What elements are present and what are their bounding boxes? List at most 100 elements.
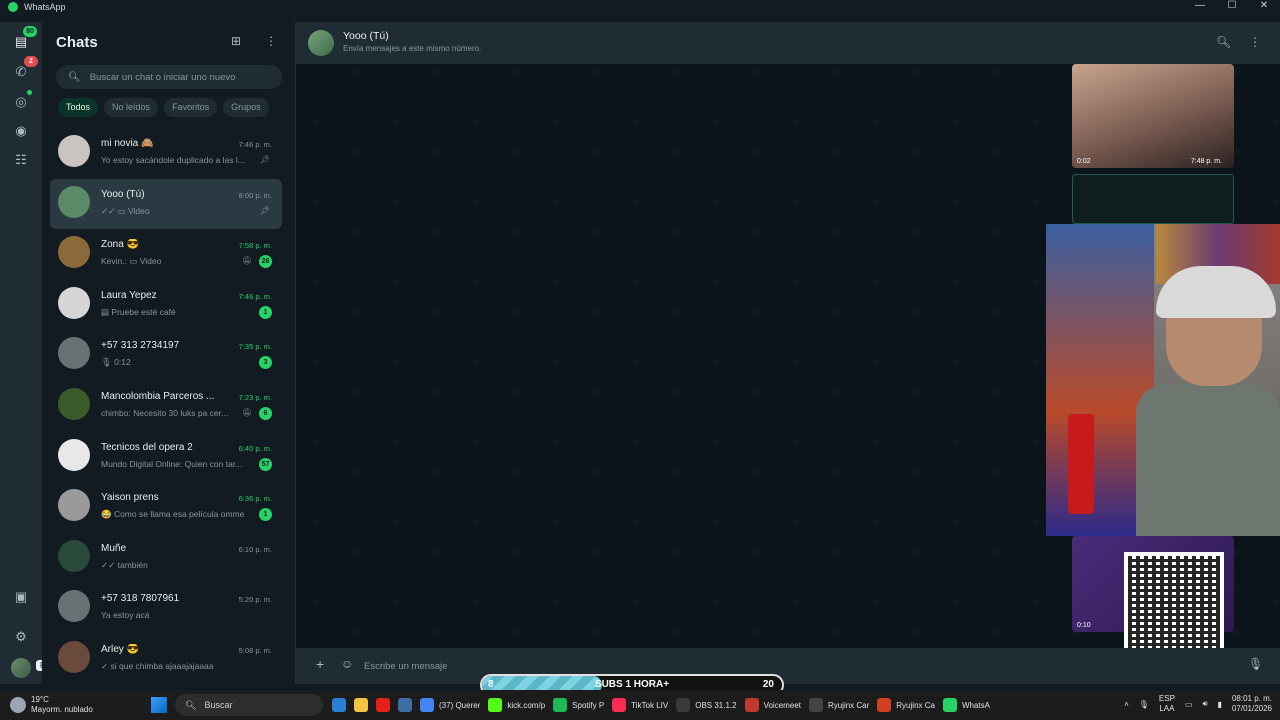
chat-avatar xyxy=(58,337,90,370)
app-icon xyxy=(488,698,503,712)
conversation-menu-icon[interactable]: ⋮ xyxy=(1249,35,1261,49)
app-icon xyxy=(808,698,823,712)
attach-plus-icon[interactable]: + xyxy=(316,656,324,672)
chat-name: mi novia 🙈 xyxy=(101,138,154,149)
chat-name: Mancolombia Parceros ... xyxy=(101,390,215,402)
chat-list-item[interactable]: mi novia 🙈 7:46 p. m. Yo estoy sacándole… xyxy=(50,128,282,179)
chat-list-item[interactable]: Arley 😎 5:08 p. m. ✓ si que chimba ajaaa… xyxy=(50,634,282,685)
taskbar-app[interactable]: (37) Querer xyxy=(416,694,484,716)
close-button[interactable]: ✕ xyxy=(1248,0,1280,11)
battery-icon[interactable]: ▮ xyxy=(1218,700,1222,709)
chat-list-item[interactable]: Yooo (Tú) 8:00 p. m. ✓✓ ▭ Video 📌︎ xyxy=(50,178,282,230)
chat-time: 8:00 p. m. xyxy=(238,190,272,200)
clock[interactable]: 08:01 p. m. 07/01/2026 xyxy=(1232,694,1272,714)
calls-nav-icon[interactable]: ✆ 2 xyxy=(11,56,38,82)
chat-list-item[interactable]: Zona 😎 7:58 p. m. Kevin.: ▭ Video 🔕︎ 26 xyxy=(50,229,282,280)
chat-time: 6:36 p. m. xyxy=(238,494,272,504)
taskbar-search-label: Buscar xyxy=(204,700,233,710)
lang-code: ESP xyxy=(1158,694,1175,703)
filter-no-leidos[interactable]: No leídos xyxy=(104,98,159,117)
message-composer: + ☺ 🎙︎ xyxy=(296,648,1280,684)
filter-favoritos[interactable]: Favoritos xyxy=(164,98,218,117)
contact-avatar[interactable] xyxy=(308,30,334,56)
language-indicator[interactable]: ESP LAA xyxy=(1159,694,1175,714)
chat-list-item[interactable]: Tecnicos del opera 2 6:40 p. m. Mundo Di… xyxy=(50,432,282,483)
video-message[interactable] xyxy=(1072,174,1234,224)
app-label: (37) Querer xyxy=(439,700,481,710)
chat-list-item[interactable]: Muñe 6:10 p. m. ✓✓ también xyxy=(50,533,282,584)
taskbar-app[interactable] xyxy=(394,694,416,716)
network-icon[interactable]: ▭ xyxy=(1185,700,1193,709)
chat-list: mi novia 🙈 7:46 p. m. Yo estoy sacándole… xyxy=(50,128,282,685)
conversation-pane: Yooo (Tú) Envía mensajes a este mismo nú… xyxy=(296,22,1280,684)
new-chat-icon[interactable]: ⊞ xyxy=(231,34,245,48)
taskbar-app[interactable]: OBS 31.1.2 xyxy=(672,694,740,716)
taskbar-app[interactable]: TikTok LIV xyxy=(608,694,672,716)
app-icon xyxy=(744,698,759,712)
chat-list-item[interactable]: +57 313 2734197 7:35 p. m. 🎙 0:12 3 xyxy=(50,330,282,381)
chat-name: Zona 😎 xyxy=(101,239,140,251)
filter-todos[interactable]: Todos xyxy=(58,98,99,117)
windows-start-icon[interactable] xyxy=(151,697,167,713)
conversation-header[interactable]: Yooo (Tú) Envía mensajes a este mismo nú… xyxy=(296,22,1280,64)
taskbar-app[interactable] xyxy=(328,694,350,716)
app-label: kick.com/p xyxy=(507,700,546,710)
taskbar-app[interactable]: Ryujinx Car xyxy=(805,694,873,716)
message-input[interactable] xyxy=(364,656,1184,676)
chat-avatar xyxy=(58,236,90,269)
microphone-icon[interactable]: 🎙︎ xyxy=(1248,657,1263,671)
app-label: Ryujinx Ca xyxy=(896,700,935,710)
search-icon[interactable]: 🔍︎ xyxy=(1216,35,1231,49)
unread-badge: 6 xyxy=(259,406,272,420)
taskbar-app[interactable]: Voicemeet xyxy=(741,694,805,716)
taskbar-app[interactable]: kick.com/p xyxy=(484,694,549,716)
app-icon xyxy=(376,698,390,712)
chat-list-item[interactable]: Yaison prens 6:36 p. m. 😂 Como se llama … xyxy=(50,482,282,533)
filter-grupos[interactable]: Grupos xyxy=(223,98,269,117)
settings-gear-icon[interactable]: ⚙ xyxy=(11,627,31,647)
taskbar-app[interactable]: WhatsA xyxy=(939,694,994,716)
chats-nav-icon[interactable]: ▤ 80 xyxy=(11,26,37,52)
system-tray: ˄ 🎙︎ ESP LAA ▭ 🔊︎ ▮ 08:01 p. m. 07/01/20… xyxy=(1124,694,1272,714)
chat-avatar xyxy=(58,438,90,471)
emoji-sticker-icon[interactable]: ☺ xyxy=(341,657,353,671)
chat-list-item[interactable]: +57 318 7807961 5:20 p. m. Ya estoy acá xyxy=(50,583,282,634)
communities-nav-icon[interactable]: ☷ xyxy=(11,150,31,170)
profile-avatar[interactable] xyxy=(11,658,31,678)
taskbar-app[interactable] xyxy=(350,694,372,716)
chat-search-input[interactable] xyxy=(89,71,270,83)
chat-preview: 🎙 0:12 xyxy=(101,357,131,368)
taskbar-app[interactable]: Ryujinx Ca xyxy=(873,694,939,716)
chat-avatar xyxy=(58,135,90,167)
chat-preview: Ya estoy acá xyxy=(101,610,150,621)
chat-name: Tecnicos del opera 2 xyxy=(101,441,193,453)
sidebar-title: Chats xyxy=(56,34,98,51)
sidebar-menu-icon[interactable]: ⋮ xyxy=(265,34,277,48)
minimize-button[interactable]: — xyxy=(1184,0,1216,11)
app-icon xyxy=(877,698,892,712)
chat-list-item[interactable]: Laura Yepez 7:46 p. m. ▤ Pruebe esté caf… xyxy=(50,280,282,331)
media-nav-icon[interactable]: ▣ xyxy=(11,587,31,607)
chat-avatar xyxy=(58,387,90,420)
chat-list-item[interactable]: Mancolombia Parceros ... 7:23 p. m. chim… xyxy=(50,381,282,432)
channels-nav-icon[interactable]: ◉ xyxy=(11,121,31,141)
search-icon: 🔍︎ xyxy=(185,699,197,710)
chat-preview: Kevin.: ▭ Video xyxy=(101,256,162,267)
taskbar-app[interactable] xyxy=(372,694,394,716)
window-titlebar: WhatsApp — ☐ ✕ xyxy=(0,0,1280,14)
status-nav-icon[interactable]: ◎ xyxy=(11,90,32,112)
taskbar-search[interactable]: 🔍︎ Buscar xyxy=(175,694,323,716)
microphone-icon[interactable]: 🎙︎ xyxy=(1139,700,1149,709)
taskbar-app[interactable]: Spotify P xyxy=(549,694,608,716)
unread-badge: 26 xyxy=(259,255,272,269)
video-message[interactable]: 0:02 7:48 p. m. xyxy=(1072,64,1234,168)
cloud-icon xyxy=(10,697,26,713)
maximize-button[interactable]: ☐ xyxy=(1216,0,1248,11)
chats-unread-badge: 80 xyxy=(23,26,37,37)
chat-avatar xyxy=(58,640,90,673)
volume-icon[interactable]: 🔊︎ xyxy=(1203,699,1208,709)
weather-widget[interactable]: 19°C Mayorm. nublado xyxy=(10,695,93,715)
chevron-up-icon[interactable]: ˄ xyxy=(1124,700,1129,709)
app-icon xyxy=(420,698,434,712)
app-icon xyxy=(612,698,627,712)
